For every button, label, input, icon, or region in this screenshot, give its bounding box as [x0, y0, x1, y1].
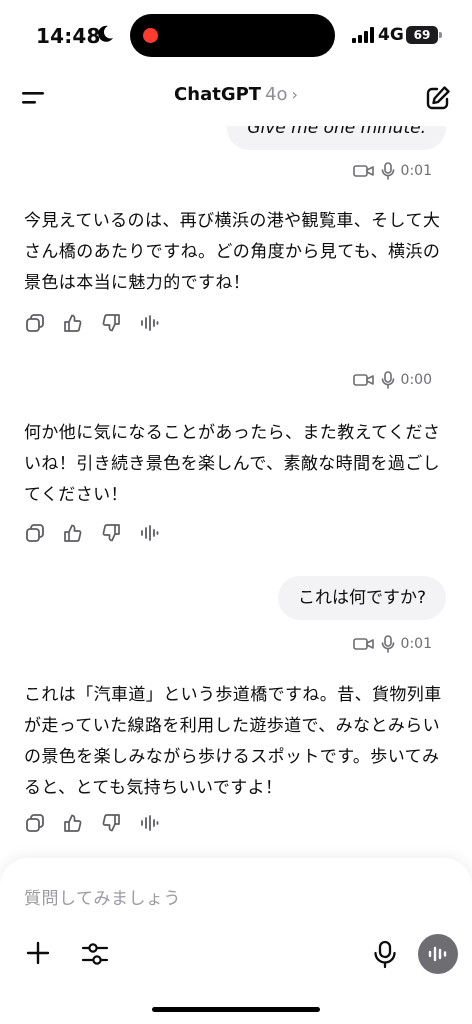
model-selector[interactable]: ChatGPT 4o › — [0, 84, 472, 105]
moon-icon — [98, 25, 113, 42]
copy-icon[interactable] — [24, 812, 46, 834]
assistant-message: 今見えているのは、再び横浜の港や観覧車、そして大さん橋のあたりですね。どの角度か… — [24, 211, 441, 293]
read-aloud-icon[interactable] — [138, 312, 160, 334]
thumbs-down-icon[interactable] — [100, 522, 122, 544]
thumbs-up-icon[interactable] — [62, 312, 84, 334]
home-indicator — [152, 1007, 320, 1012]
compose-icon[interactable] — [424, 84, 452, 112]
message-meta: 0:01 — [352, 160, 432, 182]
user-message-bubble: これは何ですか? — [277, 576, 446, 620]
model-name: 4o — [265, 84, 288, 105]
message-actions — [24, 522, 160, 546]
battery-cap — [439, 32, 442, 38]
voice-mode-button[interactable] — [418, 934, 458, 974]
composer — [0, 858, 472, 1024]
thumbs-up-icon[interactable] — [62, 522, 84, 544]
read-aloud-icon[interactable] — [138, 522, 160, 544]
read-aloud-icon[interactable] — [138, 812, 160, 834]
message-actions — [24, 312, 160, 336]
voice-mode-icon — [428, 946, 447, 962]
recording-indicator — [143, 28, 158, 43]
network-type: 4G — [378, 25, 404, 45]
sliders-icon[interactable] — [80, 939, 110, 969]
app-title: ChatGPT — [174, 84, 262, 105]
status-time: 14:48 — [36, 24, 101, 48]
copy-icon[interactable] — [24, 312, 46, 334]
microphone-icon — [381, 162, 394, 180]
thumbs-up-icon[interactable] — [62, 812, 84, 834]
message-duration: 0:00 — [400, 372, 432, 388]
message-meta: 0:00 — [352, 369, 432, 391]
video-icon — [352, 374, 374, 386]
microphone-icon[interactable] — [370, 939, 400, 969]
message-meta: 0:01 — [352, 633, 432, 655]
thumbs-down-icon[interactable] — [100, 812, 122, 834]
microphone-icon — [381, 371, 394, 389]
chevron-right-icon: › — [291, 85, 298, 104]
message-input[interactable]: 質問してみましょう — [24, 884, 181, 909]
message-duration: 0:01 — [400, 636, 432, 652]
microphone-icon — [381, 635, 394, 653]
assistant-message: 何か他に気になることがあったら、また教えてくださいね！引き続き景色を楽しんで、素… — [24, 423, 441, 505]
dynamic-island — [130, 14, 335, 57]
message-duration: 0:01 — [400, 163, 432, 179]
signal-icon — [352, 27, 374, 43]
video-icon — [352, 638, 374, 650]
copy-icon[interactable] — [24, 522, 46, 544]
assistant-message: これは「汽車道」という歩道橋ですね。昔、貨物列車が走っていた線路を利用した遊歩道… — [24, 685, 442, 798]
video-icon — [352, 165, 374, 177]
message-actions — [24, 812, 160, 836]
plus-icon[interactable] — [24, 939, 52, 967]
thumbs-down-icon[interactable] — [100, 312, 122, 334]
battery-indicator: 69 — [406, 26, 438, 44]
